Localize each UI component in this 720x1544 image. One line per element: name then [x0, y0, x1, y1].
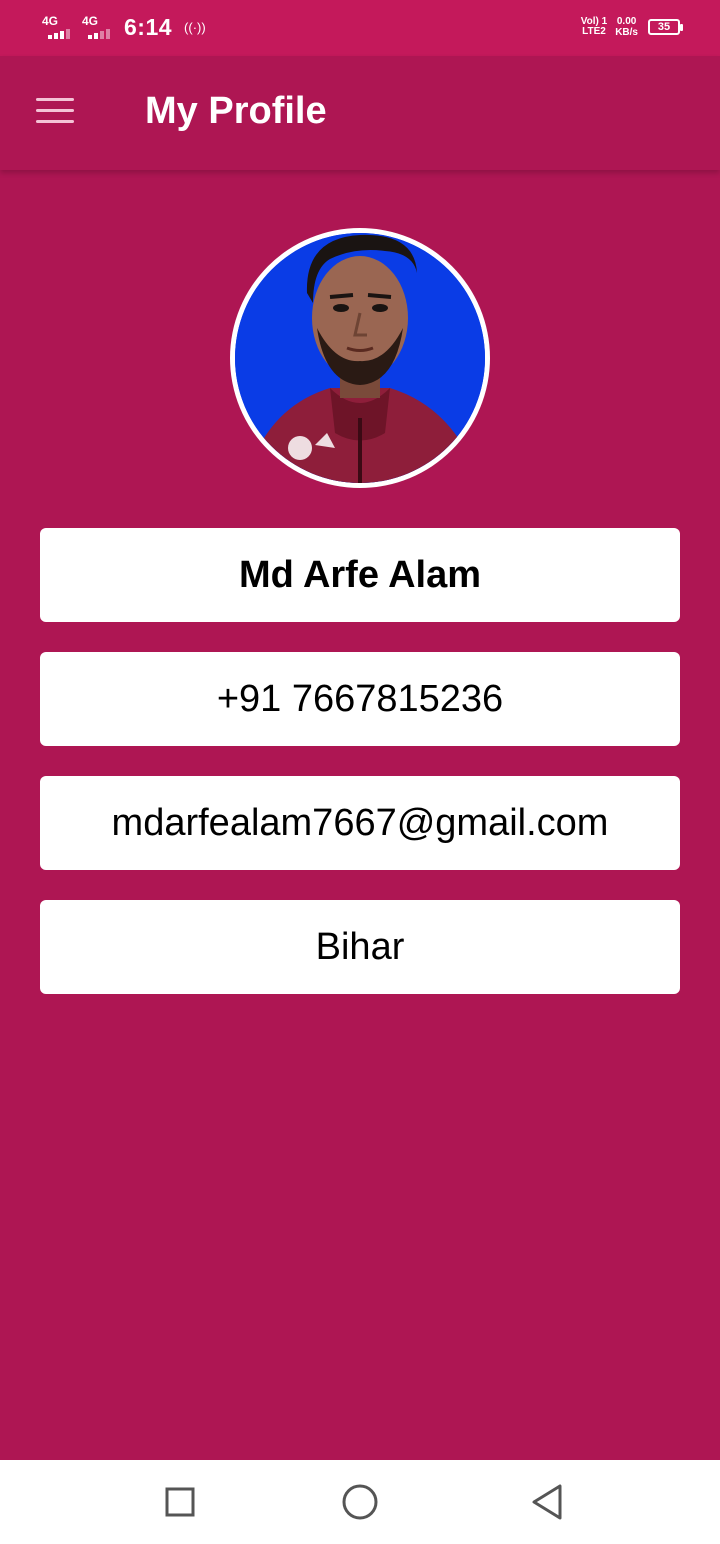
- profile-email-card: mdarfealam7667@gmail.com: [40, 776, 680, 870]
- status-bar: 4G 4G 6:14 ((·)) Vol) 1 LTE2 0.00 KB/s 3…: [0, 0, 720, 56]
- sim1-network-label: 4G: [42, 13, 59, 28]
- hamburger-menu-icon[interactable]: [36, 96, 76, 126]
- speed-unit: KB/s: [615, 27, 638, 38]
- volte-indicator: Vol) 1 LTE2: [581, 17, 607, 37]
- app-bar: My Profile: [0, 56, 720, 170]
- home-circle-icon[interactable]: [338, 1480, 382, 1524]
- volte-line2: LTE2: [582, 26, 606, 37]
- speed-value: 0.00: [616, 16, 637, 27]
- profile-photo: [235, 233, 485, 483]
- system-navigation-bar: [0, 1460, 720, 1544]
- profile-state-card: Bihar: [40, 900, 680, 994]
- profile-phone: +91 7667815236: [216, 677, 504, 720]
- hotspot-icon: ((·)): [184, 20, 206, 35]
- recents-square-icon[interactable]: [158, 1480, 202, 1524]
- battery-icon: 35: [648, 19, 683, 35]
- sim1-signal-icon: 4G: [42, 15, 74, 41]
- clock: 6:14: [124, 14, 173, 40]
- back-triangle-icon[interactable]: [526, 1480, 570, 1524]
- profile-email: mdarfealam7667@gmail.com: [111, 801, 609, 844]
- page-title: My Profile: [145, 90, 327, 132]
- sim2-signal-icon: 4G: [82, 15, 114, 41]
- status-right: Vol) 1 LTE2 0.00 KB/s 35: [581, 16, 683, 38]
- profile-name-card: Md Arfe Alam: [40, 528, 680, 622]
- profile-name: Md Arfe Alam: [238, 553, 482, 596]
- network-speed: 0.00 KB/s: [615, 16, 638, 38]
- profile-phone-card: +91 7667815236: [40, 652, 680, 746]
- profile-state: Bihar: [315, 925, 405, 968]
- battery-level: 35: [657, 21, 671, 33]
- avatar[interactable]: [230, 228, 490, 488]
- sim2-network-label: 4G: [82, 13, 99, 28]
- status-left: 4G 4G 6:14 ((·)): [42, 14, 206, 41]
